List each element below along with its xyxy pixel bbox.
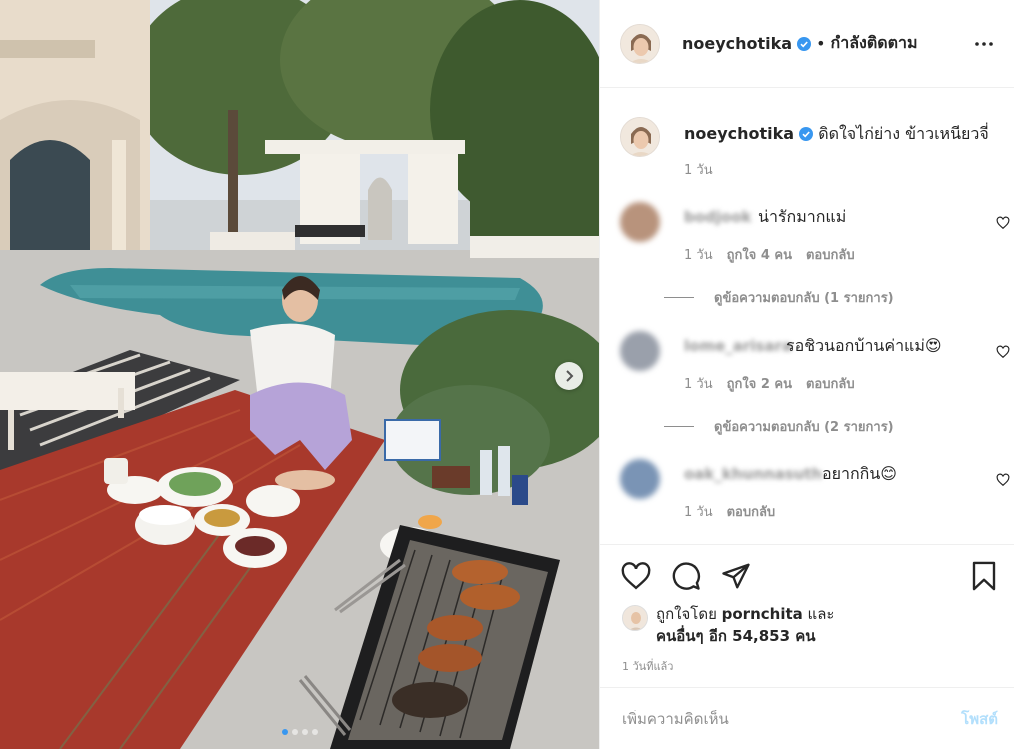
comment-text: อยากกิน😊	[822, 464, 897, 483]
comment-like-icon[interactable]	[996, 345, 1010, 359]
likes-suffix: และ	[802, 605, 835, 623]
post-header: noeychotika • กำลังติดตาม	[600, 0, 1014, 88]
comment-reply-button[interactable]: ตอบกลับ	[806, 244, 855, 265]
save-button[interactable]	[968, 560, 1000, 592]
likes-prefix: ถูกใจโดย	[656, 605, 722, 623]
view-replies-button[interactable]: ดูข้อความตอบกลับ (2 รายการ)	[664, 416, 894, 437]
comment-item: lome_arisara รอชิวนอกบ้านค่าแม่😍 1 วัน ถ…	[620, 331, 1010, 421]
comment-like-icon[interactable]	[996, 216, 1010, 230]
caption-avatar[interactable]	[620, 117, 660, 157]
comment-likes[interactable]: ถูกใจ 4 คน	[727, 244, 792, 265]
comment-meta: 1 วัน ตอบกลับ	[684, 501, 775, 522]
likes-text: ถูกใจโดย pornchita และ คนอื่นๆ อีก 54,85…	[656, 603, 834, 647]
author-avatar-image	[621, 24, 659, 63]
comments-list[interactable]: noeychotika ดิดใจไก่ย่าง ข้าวเหนียวจี่ 1…	[600, 89, 1014, 544]
chevron-right-icon	[566, 370, 574, 382]
commenter-username[interactable]: lome_arisara	[684, 337, 792, 355]
author-avatar[interactable]	[620, 23, 660, 64]
caption-username[interactable]: noeychotika	[684, 124, 794, 143]
caption-avatar-image	[621, 118, 659, 156]
caption-line: noeychotika ดิดใจไก่ย่าง ข้าวเหนียวจี่	[684, 122, 989, 147]
carousel-dot	[311, 729, 318, 735]
carousel-next-button[interactable]	[555, 362, 583, 390]
commenter-username[interactable]: bodjook	[684, 208, 752, 226]
carousel-dot	[281, 729, 288, 735]
comment-text: รอชิวนอกบ้านค่าแม่😍	[786, 336, 942, 355]
commenter-avatar[interactable]	[620, 331, 660, 371]
commenter-avatar[interactable]	[620, 459, 660, 499]
comment-time: 1 วัน	[684, 377, 713, 392]
view-replies-label: ดูข้อความตอบกลับ (1 รายการ)	[714, 291, 894, 306]
add-comment-bar: โพสต์	[600, 687, 1014, 749]
more-options-button[interactable]	[972, 32, 996, 56]
carousel-dot	[291, 729, 298, 735]
likes-count[interactable]: คนอื่นๆ อีก 54,853 คน	[656, 627, 816, 645]
photo-illustration	[0, 0, 599, 749]
liker-username[interactable]: pornchita	[722, 605, 803, 623]
comment-item: oak_khunnasuth อยากกิน😊 1 วัน ตอบกลับ	[620, 459, 1010, 544]
bookmark-icon	[972, 561, 996, 591]
caption-text: ดิดใจไก่ย่าง ข้าวเหนียวจี่	[818, 124, 989, 143]
comment-button[interactable]	[670, 560, 702, 592]
caption-time: 1 วัน	[684, 163, 713, 178]
action-bar	[620, 559, 1000, 593]
comment-time: 1 วัน	[684, 248, 713, 263]
commenter-username[interactable]: oak_khunnasuth	[684, 465, 822, 483]
post-comment-button[interactable]: โพสต์	[961, 707, 998, 731]
author-username[interactable]: noeychotika	[682, 34, 792, 53]
comment-likes[interactable]: ถูกใจ 2 คน	[727, 373, 792, 394]
comment-icon	[672, 562, 700, 590]
post-timestamp[interactable]: 1 วันที่แล้ว	[622, 657, 673, 675]
comment-meta: 1 วัน ถูกใจ 2 คน ตอบกลับ	[684, 373, 855, 394]
carousel-indicator	[0, 729, 599, 735]
comment-meta: 1 วัน ถูกใจ 4 คน ตอบกลับ	[684, 244, 855, 265]
more-options-icon	[975, 41, 993, 46]
replies-divider	[664, 297, 694, 298]
verified-badge-icon	[797, 36, 812, 51]
comment-text: น่ารักมากแม่	[758, 207, 847, 226]
comment-reply-button[interactable]: ตอบกลับ	[806, 373, 855, 394]
post-side-panel: noeychotika • กำลังติดตาม noeychotika ดิ…	[599, 0, 1014, 749]
post-photo[interactable]	[0, 0, 599, 749]
view-replies-label: ดูข้อความตอบกลับ (2 รายการ)	[714, 420, 894, 435]
comment-item: bodjook น่ารักมากแม่ 1 วัน ถูกใจ 4 คน ตอ…	[620, 202, 1010, 292]
following-button[interactable]: กำลังติดตาม	[831, 31, 918, 56]
heart-icon	[621, 562, 651, 590]
comment-reply-button[interactable]: ตอบกลับ	[727, 501, 776, 522]
share-icon	[722, 563, 750, 589]
share-button[interactable]	[720, 560, 752, 592]
commenter-avatar[interactable]	[620, 202, 660, 242]
carousel-dot	[301, 729, 308, 735]
comment-time: 1 วัน	[684, 505, 713, 520]
comment-like-icon[interactable]	[996, 473, 1010, 487]
likes-summary: ถูกใจโดย pornchita และ คนอื่นๆ อีก 54,85…	[622, 603, 994, 649]
header-separator: •	[816, 34, 826, 53]
liker-avatar-image	[623, 606, 647, 630]
liker-avatar[interactable]	[622, 605, 648, 631]
like-button[interactable]	[620, 560, 652, 592]
verified-badge-icon	[799, 127, 814, 141]
replies-divider	[664, 426, 694, 427]
post-actions: ถูกใจโดย pornchita และ คนอื่นๆ อีก 54,85…	[600, 544, 1014, 749]
comment-input[interactable]	[622, 710, 962, 728]
view-replies-button[interactable]: ดูข้อความตอบกลับ (1 รายการ)	[664, 287, 894, 308]
